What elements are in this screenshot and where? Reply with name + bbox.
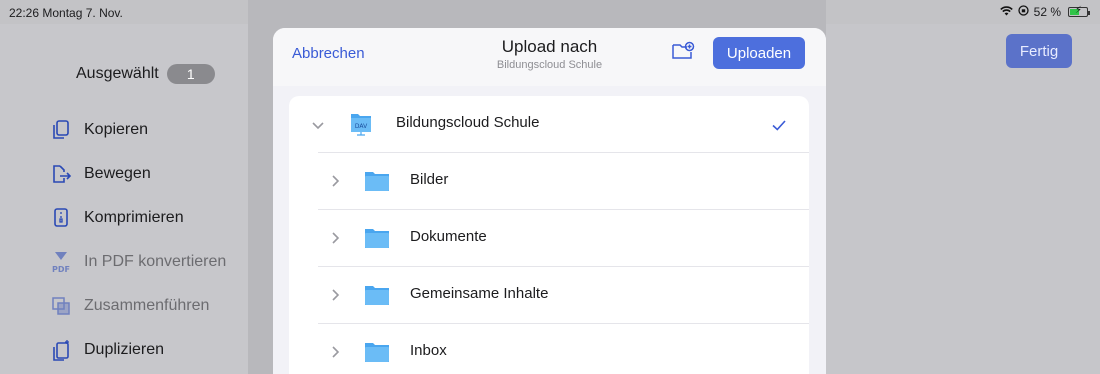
menu-item-label: Zusammenführen [84, 297, 210, 314]
folder-list: DAV Bildungscloud Schule Bilder Dokument… [289, 96, 809, 374]
folder-row-gemeinsame-inhalte[interactable]: Gemeinsame Inhalte [289, 267, 809, 323]
merge-icon [48, 293, 74, 319]
folder-label: Inbox [410, 342, 447, 359]
battery-icon: ⚡ [1068, 5, 1090, 17]
chevron-right-icon[interactable] [328, 231, 342, 245]
compress-icon [48, 205, 74, 231]
sidebar: Ausgewählt 1 Kopieren Bewegen Komprimier… [0, 24, 248, 374]
selected-count-badge: 1 [166, 64, 215, 84]
folder-label: Bilder [410, 171, 449, 188]
folder-row-bilder[interactable]: Bilder [289, 153, 809, 209]
upload-dialog: Abbrechen Upload nach Bildungscloud Schu… [273, 28, 826, 374]
menu-item-label: In PDF konvertieren [84, 253, 227, 270]
selected-label: Ausgewählt [76, 65, 159, 82]
menu-item-copy[interactable]: Kopieren [48, 108, 226, 152]
copy-icon [48, 117, 74, 143]
folder-label: Dokumente [410, 228, 487, 245]
menu-item-label: Komprimieren [84, 209, 184, 226]
wifi-icon [999, 5, 1013, 19]
move-icon [48, 161, 74, 187]
folder-row-root[interactable]: DAV Bildungscloud Schule [289, 96, 809, 152]
chevron-right-icon[interactable] [328, 288, 342, 302]
menu-item-label: Kopieren [84, 121, 149, 138]
duplicate-icon [48, 337, 74, 363]
folder-label: Gemeinsame Inhalte [410, 285, 549, 302]
dialog-header: Abbrechen Upload nach Bildungscloud Schu… [273, 28, 826, 86]
folder-row-inbox[interactable]: Inbox [289, 324, 809, 374]
pdf-convert-icon: PDF [48, 249, 74, 275]
folder-label: Bildungscloud Schule [396, 114, 540, 131]
folder-icon [364, 170, 390, 197]
status-time-date: 22:26 Montag 7. Nov. [9, 6, 123, 20]
folder-icon [364, 284, 390, 311]
folder-icon [364, 227, 390, 254]
chevron-right-icon[interactable] [328, 345, 342, 359]
menu-item-pdf-convert[interactable]: PDF In PDF konvertieren [48, 240, 226, 284]
checkmark-icon [771, 117, 787, 133]
menu-item-merge[interactable]: Zusammenführen [48, 284, 226, 328]
battery-percent: 52 % [1033, 5, 1061, 19]
right-panel: Fertig [826, 24, 1100, 374]
new-folder-icon[interactable] [671, 39, 695, 63]
svg-text:DAV: DAV [355, 123, 368, 130]
menu-item-compress[interactable]: Komprimieren [48, 196, 226, 240]
action-menu: Kopieren Bewegen Komprimieren PDF In PDF… [48, 108, 226, 372]
svg-text:PDF: PDF [52, 265, 70, 274]
status-indicators: 52 % ⚡ [999, 5, 1090, 19]
menu-item-duplicate[interactable]: Duplizieren [48, 328, 226, 372]
orientation-lock-icon [1017, 5, 1029, 19]
done-button[interactable]: Fertig [1006, 34, 1072, 68]
chevron-down-icon[interactable] [311, 118, 325, 132]
menu-item-label: Bewegen [84, 165, 151, 182]
upload-button[interactable]: Uploaden [713, 37, 805, 69]
dav-server-icon: DAV [350, 111, 372, 142]
folder-row-dokumente[interactable]: Dokumente [289, 210, 809, 266]
chevron-right-icon[interactable] [328, 174, 342, 188]
menu-item-label: Duplizieren [84, 341, 165, 358]
selection-summary: Ausgewählt 1 [76, 64, 215, 84]
folder-icon [364, 341, 390, 368]
menu-item-move[interactable]: Bewegen [48, 152, 226, 196]
